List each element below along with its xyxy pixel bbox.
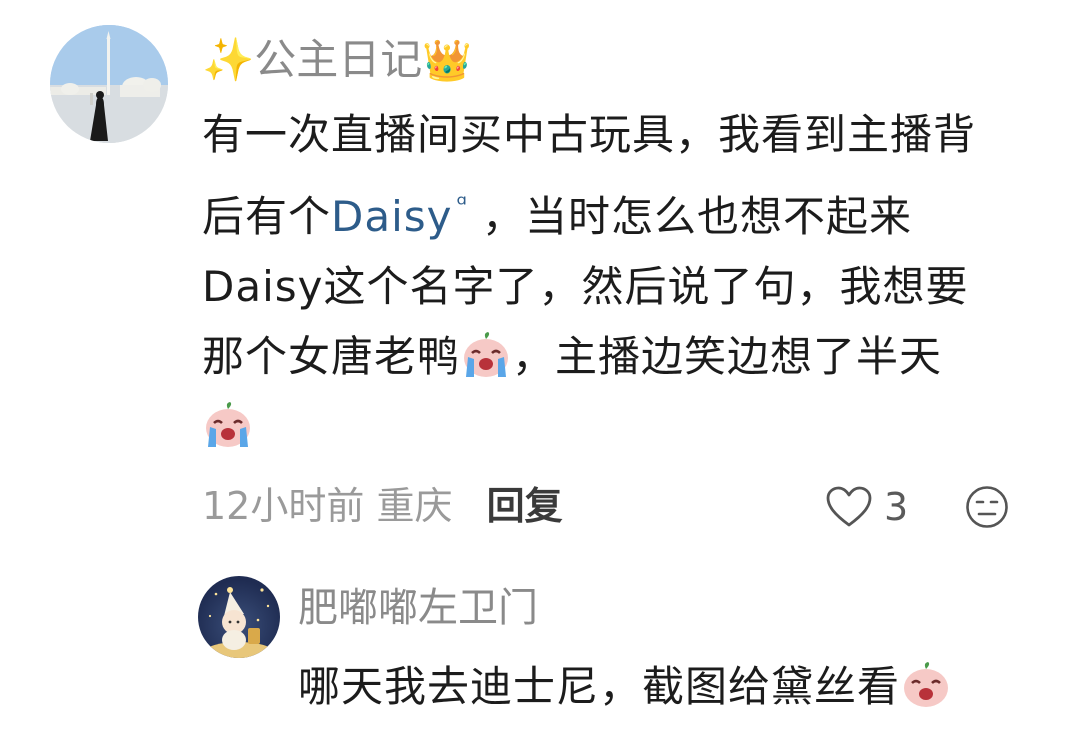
comment-location: 重庆 [376, 484, 453, 528]
like-button[interactable]: 3 [826, 482, 908, 532]
comment-body: 有一次直播间买中古玩具，我看到主播背 后有个Daisy ᵅ ，当时怎么也想不起来 D… [202, 100, 1052, 462]
reply-button[interactable]: 回复 [487, 484, 563, 528]
username-label: 公主日记 [254, 35, 423, 84]
comment-text-segment: 那个女唐老鸭 [202, 332, 461, 381]
comment-username[interactable]: ✨公主日记👑 [202, 30, 472, 91]
heart-icon [826, 486, 872, 527]
reply-username[interactable]: 肥嘟嘟左卫门 [298, 580, 538, 636]
comment-text-segment: 后有个 [202, 192, 332, 241]
comment-line-5 [202, 392, 1052, 462]
sparkle-icon: ✨ [202, 35, 255, 84]
keyword-link[interactable]: Daisy ᵅ [331, 190, 482, 241]
comment-line-2: 后有个Daisy ᵅ ，当时怎么也想不起来 [202, 170, 1052, 252]
comment-text-segment: ，当时怎么也想不起来 [482, 192, 913, 241]
like-count: 3 [884, 485, 909, 529]
comment-text-segment: ，主播边笑边想了半天 [512, 332, 943, 381]
comment-line-1: 有一次直播间买中古玩具，我看到主播背 [202, 110, 977, 159]
meh-face-icon[interactable] [965, 485, 1009, 529]
reply-body: 哪天我去迪士尼，截图给黛丝看 [298, 655, 952, 719]
crying-laughing-emoji-icon [900, 661, 952, 709]
comment-line-3: Daisy这个名字了，然后说了句，我想要 [202, 262, 969, 311]
keyword-link-label: Daisy [331, 192, 453, 241]
avatar-cartoon-child [205, 587, 273, 658]
comment-meta: 12小时前 重庆 回复 [202, 478, 563, 534]
crown-icon: 👑 [422, 38, 473, 84]
crying-laughing-emoji-icon [202, 401, 254, 449]
search-icon: ᵅ [456, 190, 469, 220]
reply-user-avatar[interactable] [198, 576, 280, 658]
comment-line-4: 那个女唐老鸭 ，主播边笑边想了半天 [202, 322, 1052, 392]
user-avatar[interactable] [50, 25, 168, 143]
reply-text: 哪天我去迪士尼，截图给黛丝看 [298, 662, 901, 711]
comment-time: 12小时前 [202, 484, 365, 528]
avatar-mosque-photo [50, 25, 168, 143]
crying-laughing-emoji-icon [460, 331, 512, 379]
